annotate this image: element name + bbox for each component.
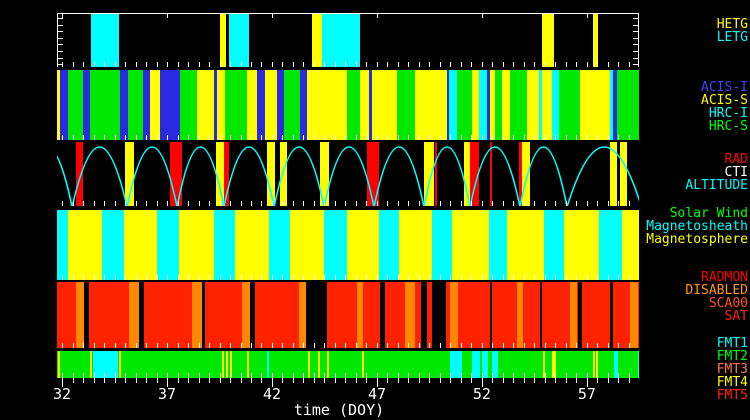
axis-minor-tick [597, 378, 598, 383]
x-axis-title: time (DOY) [239, 401, 439, 419]
axis-minor-tick [356, 378, 357, 383]
axis-minor-tick [303, 378, 304, 383]
axis-minor-tick [555, 378, 556, 383]
axis-minor-tick [261, 378, 262, 383]
axis-minor-tick [178, 378, 179, 383]
axis-minor-tick [136, 378, 137, 383]
axis-minor-tick [220, 378, 221, 383]
axis-minor-tick [419, 378, 420, 383]
axis-tick-label: 52 [465, 386, 499, 402]
axis-minor-tick [314, 378, 315, 383]
axis-minor-tick [251, 378, 252, 383]
axis-tick-label: 57 [570, 386, 604, 402]
axis-tick-label: 47 [360, 386, 394, 402]
axis-minor-tick [83, 378, 84, 383]
axis-minor-tick [618, 378, 619, 383]
axis-minor-tick [241, 378, 242, 383]
axis-minor-tick [629, 378, 630, 383]
axis-minor-tick [282, 378, 283, 383]
axis-minor-tick [209, 378, 210, 383]
axis-minor-tick [345, 378, 346, 383]
axis-minor-tick [94, 378, 95, 383]
axis-minor-tick [461, 378, 462, 383]
axis-minor-tick [115, 378, 116, 383]
axis-minor-tick [440, 378, 441, 383]
axis-minor-tick [503, 378, 504, 383]
axis-minor-tick [608, 378, 609, 383]
axis-minor-tick [450, 378, 451, 383]
axis-minor-tick [471, 378, 472, 383]
axis-minor-tick [324, 378, 325, 383]
axis-minor-tick [545, 378, 546, 383]
axis-minor-tick [398, 378, 399, 383]
axis-minor-tick [566, 378, 567, 383]
axis-minor-tick [157, 378, 158, 383]
axis-minor-tick [125, 378, 126, 383]
axis-tick-label: 42 [255, 386, 289, 402]
axis-minor-tick [293, 378, 294, 383]
axis-minor-tick [534, 378, 535, 383]
axis-minor-tick [492, 378, 493, 383]
axis-minor-tick [408, 378, 409, 383]
axis-minor-tick [576, 378, 577, 383]
axis-minor-tick [387, 378, 388, 383]
axis-minor-tick [230, 378, 231, 383]
axis-minor-tick [513, 378, 514, 383]
axis-minor-tick [335, 378, 336, 383]
axis-minor-tick [146, 378, 147, 383]
axis-minor-tick [188, 378, 189, 383]
mission-timeline-screen: HETGLETGACIS-IACIS-SHRC-IHRC-SRADCTIALTI… [0, 0, 750, 420]
axis-minor-tick [366, 378, 367, 383]
axis-tick-label: 37 [150, 386, 184, 402]
axis-minor-tick [73, 378, 74, 383]
axis-minor-tick [429, 378, 430, 383]
axis-tick-label: 32 [45, 386, 79, 402]
axis-minor-tick [524, 378, 525, 383]
axis-minor-tick [104, 378, 105, 383]
axis-minor-tick [199, 378, 200, 383]
x-axis: time (DOY) 32 37 42 47 52 57 [0, 0, 750, 420]
